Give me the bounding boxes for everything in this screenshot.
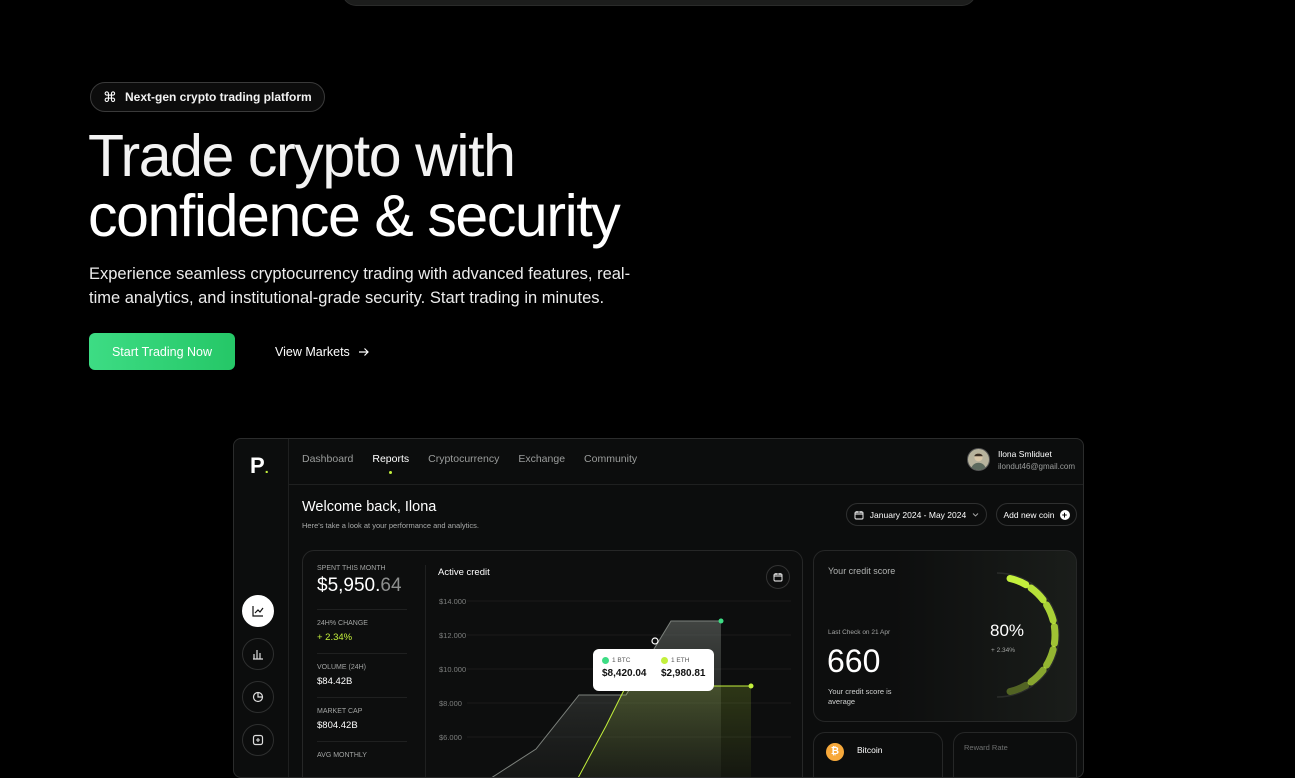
date-range-picker[interactable]: January 2024 - May 2024 xyxy=(846,503,987,526)
market-cap-value: $804.42B xyxy=(317,720,358,731)
y-tick-label: $12.000 xyxy=(439,631,466,640)
spent-value: $5,950.64 xyxy=(317,575,402,596)
user-profile[interactable]: Ilona Smliduet ilondut46@gmail.com xyxy=(966,448,1075,471)
view-markets-label: View Markets xyxy=(275,344,350,359)
dashboard-preview: P. Dashboard Reports Cryptocurrency Exch… xyxy=(233,438,1084,778)
chart-tooltip: 1 BTC $8,420.04 1 ETH $2,980.81 xyxy=(593,649,714,691)
hero-badge: ⌘ Next-gen crypto trading platform xyxy=(90,82,325,112)
refresh-icon xyxy=(252,734,264,746)
line-chart-icon xyxy=(252,606,264,617)
sidebar-item-exchange[interactable] xyxy=(242,724,274,756)
stat-market-cap: MARKET CAP $804.42B xyxy=(317,697,407,731)
change-value: + 2.34% xyxy=(317,632,353,643)
credit-score-card: Your credit score Last Check on 21 Apr 6… xyxy=(813,550,1077,722)
tooltip-eth-value: $2,980.81 xyxy=(661,668,706,679)
reward-rate-card: Reward Rate xyxy=(953,732,1077,777)
sidebar-item-analytics[interactable] xyxy=(242,595,274,627)
y-tick-label: $14.000 xyxy=(439,597,466,606)
y-tick-label: $8.000 xyxy=(439,699,462,708)
coin-card-bitcoin[interactable]: ₿ Bitcoin xyxy=(813,732,943,777)
credit-score-value: 660 xyxy=(827,643,881,679)
bar-chart-icon xyxy=(253,650,263,660)
hero-title-line1: Trade crypto with xyxy=(88,123,516,189)
hero-title: Trade crypto with confidence & security xyxy=(88,123,621,249)
eth-end-point xyxy=(748,683,754,689)
volume-label: VOLUME (24H) xyxy=(317,664,367,671)
gauge-segment xyxy=(1050,622,1059,648)
user-name: Ilona Smliduet xyxy=(997,448,1052,459)
btc-end-point xyxy=(718,618,724,624)
credit-title: Your credit score xyxy=(828,566,896,576)
hero-title-line2: confidence & security xyxy=(88,183,621,249)
top-navbar-edge xyxy=(342,0,976,6)
brand-logo[interactable]: P. xyxy=(250,453,269,479)
avg-monthly-label: AVG MONTHLY xyxy=(317,752,367,759)
view-markets-link[interactable]: View Markets xyxy=(275,333,370,370)
plus-icon: + xyxy=(1059,509,1070,520)
stat-change: 24H% CHANGE + 2.34% xyxy=(317,609,407,643)
tooltip-btc-value: $8,420.04 xyxy=(602,668,647,679)
bitcoin-icon: ₿ xyxy=(826,743,844,761)
start-trading-button[interactable]: Start Trading Now xyxy=(89,333,235,370)
y-tick-label: $10.000 xyxy=(439,665,466,674)
calendar-icon xyxy=(854,510,864,519)
panel-divider xyxy=(425,565,426,777)
tab-dashboard[interactable]: Dashboard xyxy=(302,453,353,465)
change-label: 24H% CHANGE xyxy=(317,620,368,627)
gauge-segment xyxy=(1027,666,1047,686)
stats-column: SPENT THIS MONTH $5,950.64 24H% CHANGE +… xyxy=(317,565,407,769)
tooltip-eth-label: 1 ETH xyxy=(671,657,690,664)
chart-title: Active credit xyxy=(438,567,490,578)
arrow-right-icon xyxy=(358,347,369,356)
dashboard-nav: Dashboard Reports Cryptocurrency Exchang… xyxy=(302,453,637,474)
eth-legend-dot xyxy=(661,657,668,664)
avatar xyxy=(966,448,990,471)
btc-legend-dot xyxy=(602,657,609,664)
credit-percent: 80% xyxy=(990,621,1025,640)
tab-cryptocurrency[interactable]: Cryptocurrency xyxy=(428,453,499,465)
add-coin-button[interactable]: Add new coin + xyxy=(996,503,1077,526)
chart-calendar-button[interactable] xyxy=(766,565,790,589)
hover-point xyxy=(651,637,659,645)
gauge-segment xyxy=(1027,584,1047,604)
sidebar-item-stats[interactable] xyxy=(242,638,274,670)
coin-name: Bitcoin xyxy=(857,745,883,755)
last-check-label: Last Check on 21 Apr xyxy=(828,629,891,636)
calendar-icon xyxy=(773,573,783,582)
header-divider xyxy=(289,484,1083,485)
sidebar-rail: P. xyxy=(234,439,289,777)
hero-badge-text: Next-gen crypto trading platform xyxy=(125,90,312,104)
credit-percent-change: + 2.34% xyxy=(991,647,1016,654)
welcome-title: Welcome back, Ilona xyxy=(302,499,437,515)
hero-subtitle: Experience seamless cryptocurrency tradi… xyxy=(89,265,631,307)
tab-community[interactable]: Community xyxy=(584,453,637,465)
market-cap-label: MARKET CAP xyxy=(317,708,363,715)
active-credit-panel: SPENT THIS MONTH $5,950.64 24H% CHANGE +… xyxy=(302,550,803,777)
reward-rate-label: Reward Rate xyxy=(964,743,1008,752)
date-range-label: January 2024 - May 2024 xyxy=(869,509,967,520)
credit-score-subtitle: Your credit score is average xyxy=(828,687,892,706)
stat-avg-monthly: AVG MONTHLY xyxy=(317,741,407,759)
y-tick-label: $6.000 xyxy=(439,733,462,742)
tab-exchange[interactable]: Exchange xyxy=(518,453,565,465)
tooltip-btc-label: 1 BTC xyxy=(612,657,631,664)
stat-volume: VOLUME (24H) $84.42B xyxy=(317,653,407,687)
tab-reports[interactable]: Reports xyxy=(372,453,409,474)
sidebar-item-wallet[interactable] xyxy=(242,681,274,713)
spent-label: SPENT THIS MONTH xyxy=(317,565,386,572)
pie-chart-icon xyxy=(252,691,264,703)
add-coin-label: Add new coin xyxy=(1003,509,1055,520)
welcome-subtitle: Here's take a look at your performance a… xyxy=(302,521,479,530)
user-email: ilondut46@gmail.com xyxy=(997,461,1075,471)
command-icon: ⌘ xyxy=(103,88,117,105)
chevron-down-icon xyxy=(972,513,979,517)
volume-value: $84.42B xyxy=(317,676,353,687)
